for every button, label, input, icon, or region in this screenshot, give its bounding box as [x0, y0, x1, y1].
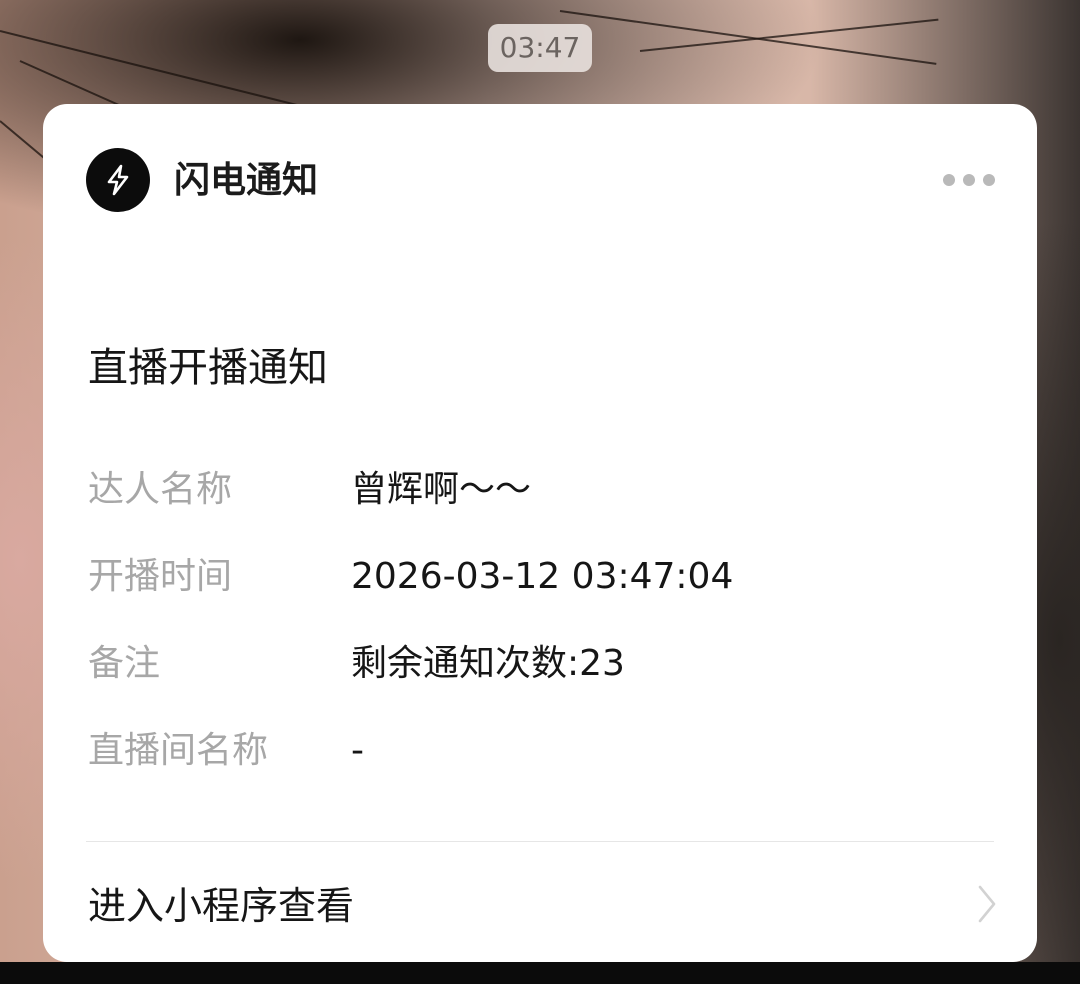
more-dots-icon [983, 174, 995, 186]
more-options-button[interactable] [935, 166, 999, 194]
chevron-right-icon [978, 885, 996, 923]
open-mini-program-label: 进入小程序查看 [88, 884, 355, 928]
notification-title: 直播开播通知 [88, 345, 328, 391]
field-label-start-time: 开播时间 [88, 556, 233, 597]
field-value-streamer-name: 曾辉啊～～ [351, 469, 532, 510]
field-value-room-name: - [351, 730, 364, 771]
field-label-room-name: 直播间名称 [88, 730, 269, 771]
more-dots-icon [943, 174, 955, 186]
status-time: 03:47 [488, 24, 592, 72]
notification-card[interactable]: 闪电通知 直播开播通知 达人名称 曾辉啊～～ 开播时间 2026-03-12 0… [43, 104, 1037, 962]
hair-strand [559, 10, 937, 65]
app-name: 闪电通知 [174, 160, 319, 201]
field-value-note: 剩余通知次数:23 [351, 643, 625, 684]
field-value-start-time: 2026-03-12 03:47:04 [351, 556, 734, 597]
more-dots-icon [963, 174, 975, 186]
hair-strand [639, 18, 939, 52]
field-label-streamer-name: 达人名称 [88, 469, 233, 510]
bottom-bar [0, 962, 1080, 984]
lightning-icon [86, 148, 150, 212]
field-label-note: 备注 [88, 643, 161, 684]
open-mini-program-link[interactable]: 进入小程序查看 [43, 842, 1037, 962]
